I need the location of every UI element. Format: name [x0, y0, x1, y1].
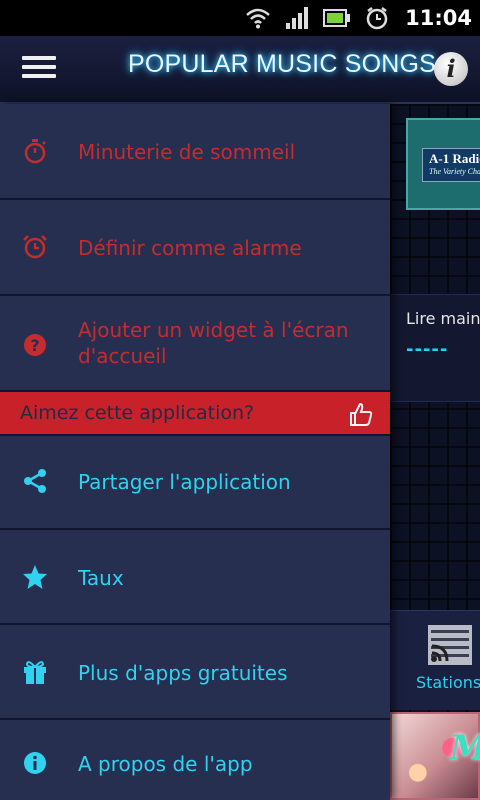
- now-playing-value: -----: [406, 339, 449, 360]
- star-icon: [23, 565, 47, 589]
- menu-item-label-line2: d'accueil: [78, 344, 167, 368]
- station-logo-text: A-1 Radio: [429, 151, 480, 166]
- wifi-icon: [246, 8, 270, 29]
- alarm-clock-icon: [366, 7, 388, 30]
- question-icon: ?: [24, 334, 46, 356]
- app-title: POPULAR MUSIC SONGS: [128, 50, 437, 78]
- thumbs-up-icon: [350, 402, 373, 426]
- app-bar: POPULAR MUSIC SONGS i: [0, 36, 480, 104]
- ad-letter: M: [450, 728, 480, 768]
- info-icon[interactable]: i: [434, 52, 468, 86]
- radio-stations-icon: [428, 625, 472, 665]
- rate-prompt-label: Aimez cette application?: [20, 402, 255, 424]
- hamburger-icon[interactable]: [22, 56, 56, 80]
- stopwatch-icon: [24, 139, 46, 164]
- ad-banner[interactable]: M: [390, 712, 480, 800]
- menu-item-set-alarm[interactable]: Définir comme alarme: [0, 200, 390, 296]
- menu-item-label: Taux: [78, 566, 124, 590]
- menu-item-label: Plus d'apps gratuites: [78, 661, 288, 685]
- menu-item-sleep-timer[interactable]: Minuterie de sommeil: [0, 104, 390, 200]
- rate-prompt-bar[interactable]: Aimez cette application?: [0, 392, 390, 436]
- station-logo[interactable]: A-1 Radio The Variety Channel: [406, 118, 480, 210]
- main-content-background: A-1 Radio The Variety Channel Lire main …: [390, 104, 480, 800]
- now-playing-panel: Lire main -----: [390, 294, 480, 402]
- svg-text:?: ?: [30, 336, 39, 355]
- status-time: 11:04: [405, 6, 472, 30]
- alarm-icon: [23, 235, 47, 259]
- gift-icon: [24, 661, 46, 684]
- battery-icon: [323, 9, 351, 27]
- signal-icon: [286, 7, 309, 29]
- station-logo-badge: A-1 Radio The Variety Channel: [422, 148, 480, 182]
- share-icon: [24, 469, 46, 493]
- stations-label: Stations: [416, 673, 480, 692]
- menu-item-rate[interactable]: Taux: [0, 530, 390, 625]
- menu-item-label: Minuterie de sommeil: [78, 140, 296, 164]
- menu-item-label-line1: Ajouter un widget à l'écran: [78, 318, 349, 342]
- menu-item-add-widget[interactable]: ? Ajouter un widget à l'écran d'accueil: [0, 296, 390, 392]
- menu-item-label: Définir comme alarme: [78, 236, 302, 260]
- menu-item-more-apps[interactable]: Plus d'apps gratuites: [0, 625, 390, 720]
- station-logo-subtext: The Variety Channel: [429, 167, 480, 176]
- stations-tab[interactable]: Stations: [390, 610, 480, 710]
- now-playing-label: Lire main: [406, 309, 480, 328]
- menu-item-share[interactable]: Partager l'application: [0, 436, 390, 530]
- menu-item-about[interactable]: A propos de l'app: [0, 720, 390, 798]
- menu-item-label: Partager l'application: [78, 470, 291, 494]
- menu-item-label: A propos de l'app: [78, 752, 253, 776]
- info-circle-icon: [24, 752, 46, 774]
- status-bar: 11:04: [0, 0, 480, 36]
- navigation-drawer: Minuterie de sommeil Définir comme alarm…: [0, 104, 390, 800]
